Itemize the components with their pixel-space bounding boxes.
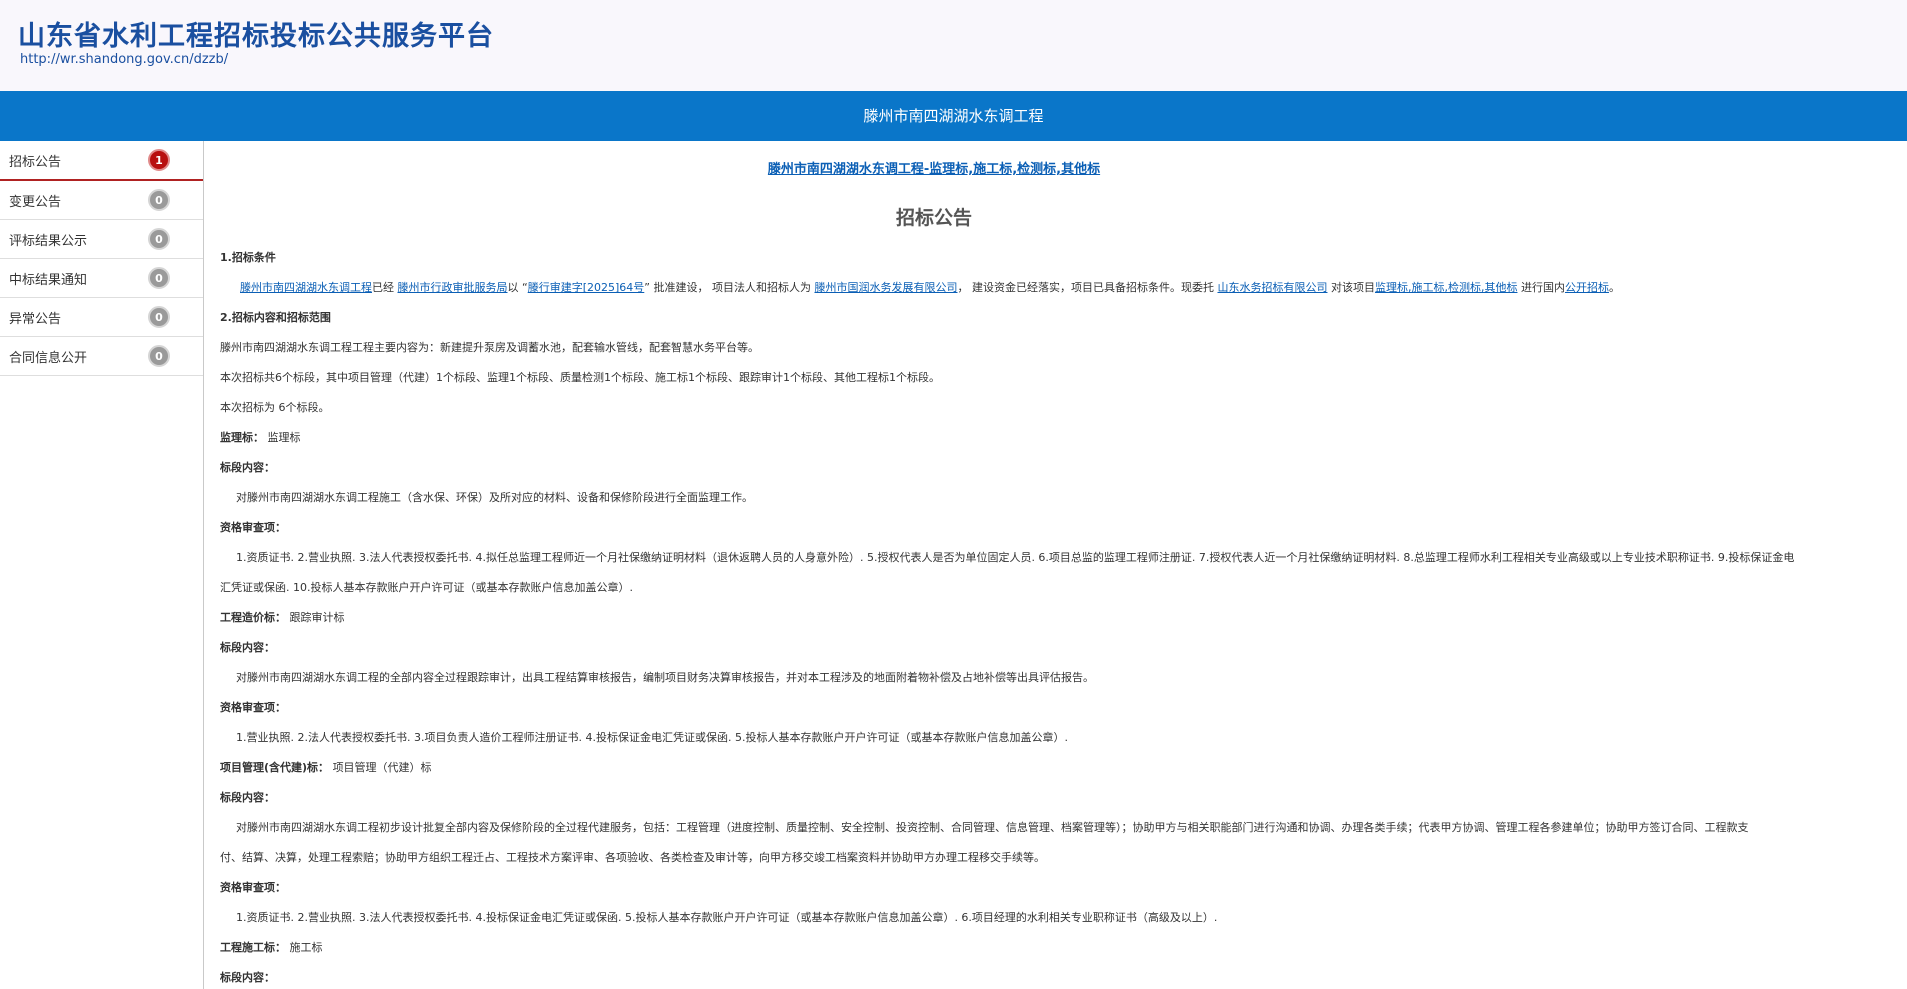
lot-value: 施工标 bbox=[289, 941, 323, 954]
notice-body: 1.招标条件 滕州市南四湖湖水东调工程已经 滕州市行政审批服务局以 “滕行审建字… bbox=[220, 243, 1907, 989]
approver-link[interactable]: 滕州市行政审批服务局 bbox=[398, 281, 508, 294]
conditions-paragraph: 滕州市南四湖湖水东调工程已经 滕州市行政审批服务局以 “滕行审建字[2025]6… bbox=[220, 273, 1907, 303]
qualification-text: 汇凭证或保函. 10.投标人基本存款账户开户许可证（或基本存款账户信息加盖公章）… bbox=[220, 581, 633, 594]
qualification-text: 1.资质证书. 2.营业执照. 3.法人代表授权委托书. 4.投标保证金电汇凭证… bbox=[236, 911, 1218, 924]
sidebar-item-label: 中标结果通知 bbox=[9, 272, 88, 288]
lot-label: 项目管理(含代建)标： bbox=[220, 761, 330, 774]
scope-text: 本次招标共6个标段，其中项目管理（代建）1个标段、监理1个标段、质量检测1个标段… bbox=[220, 371, 940, 384]
text-fragment: ” 批准建设， 项目法人和招标人为 bbox=[644, 281, 811, 294]
content-label: 标段内容： bbox=[220, 791, 275, 804]
lot-label: 工程施工标： bbox=[220, 941, 286, 954]
lot-cost-audit: 工程造价标： 跟踪审计标 bbox=[220, 603, 1907, 633]
count-badge: 0 bbox=[148, 345, 170, 367]
site-title[interactable]: 山东省水利工程招标投标公共服务平台 bbox=[18, 14, 494, 53]
text-fragment: ， 建设资金已经落实，项目已具备招标条件。现委托 bbox=[957, 281, 1214, 294]
sidebar-item-award-notice[interactable]: 中标结果通知 0 bbox=[0, 259, 203, 298]
sidebar-item-label: 招标公告 bbox=[9, 154, 62, 170]
lot-content: 对滕州市南四湖湖水东调工程初步设计批复全部内容及保修阶段的全过程代建服务，包括：… bbox=[236, 821, 1749, 834]
project-name-link[interactable]: 滕州市南四湖湖水东调工程 bbox=[240, 281, 372, 294]
content-label: 标段内容： bbox=[220, 461, 275, 474]
count-badge: 0 bbox=[148, 267, 170, 289]
method-link[interactable]: 公开招标 bbox=[1565, 281, 1609, 294]
lot-value: 跟踪审计标 bbox=[289, 611, 345, 624]
scope-text: 本次招标为 6个标段。 bbox=[220, 401, 330, 414]
qualification-label: 资格审查项： bbox=[220, 521, 286, 534]
lot-content: 对滕州市南四湖湖水东调工程施工（含水保、环保）及所对应的材料、设备和保修阶段进行… bbox=[236, 491, 753, 504]
scope-text: 滕州市南四湖湖水东调工程工程主要内容为：新建提升泵房及调蓄水池，配套输水管线，配… bbox=[220, 341, 759, 354]
lot-label: 监理标： bbox=[220, 431, 264, 444]
sidebar-item-change-notice[interactable]: 变更公告 0 bbox=[0, 181, 203, 220]
qualification-label: 资格审查项： bbox=[220, 881, 286, 894]
sidebar-item-evaluation-result[interactable]: 评标结果公示 0 bbox=[0, 220, 203, 259]
approval-doc-link[interactable]: 滕行审建字[2025]64号 bbox=[528, 281, 645, 294]
sidebar: 招标公告 1 变更公告 0 评标结果公示 0 中标结果通知 0 异常公告 0 合… bbox=[0, 141, 204, 989]
text-fragment: 对该项目 bbox=[1330, 281, 1375, 294]
lot-supervision: 监理标： 监理标 bbox=[220, 423, 1907, 453]
sidebar-item-tender-notice[interactable]: 招标公告 1 bbox=[0, 141, 203, 181]
project-banner: 滕州市南四湖湖水东调工程 bbox=[0, 91, 1907, 141]
section-title-scope: 2.招标内容和招标范围 bbox=[220, 311, 331, 324]
count-badge: 0 bbox=[148, 189, 170, 211]
lot-construction: 工程施工标： 施工标 bbox=[220, 933, 1907, 963]
content-label: 标段内容： bbox=[220, 641, 275, 654]
lot-value: 监理标 bbox=[267, 431, 301, 444]
count-badge: 0 bbox=[148, 228, 170, 250]
sidebar-item-abnormal-notice[interactable]: 异常公告 0 bbox=[0, 298, 203, 337]
notice-title: 招标公告 bbox=[895, 207, 972, 229]
text-fragment: 以 “ bbox=[507, 281, 528, 294]
project-lots-link[interactable]: 滕州市南四湖湖水东调工程-监理标,施工标,检测标,其他标 bbox=[204, 158, 1664, 177]
lot-label: 工程造价标： bbox=[220, 611, 286, 624]
notice-content: 滕州市南四湖湖水东调工程-监理标,施工标,检测标,其他标 招标公告 1.招标条件… bbox=[204, 141, 1907, 989]
site-header: 山东省水利工程招标投标公共服务平台 http://wr.shandong.gov… bbox=[0, 0, 1907, 91]
owner-link[interactable]: 滕州市国润水务发展有限公司 bbox=[814, 281, 957, 294]
lot-project-management: 项目管理(含代建)标： 项目管理（代建）标 bbox=[220, 753, 1907, 783]
sidebar-item-label: 异常公告 bbox=[9, 311, 62, 327]
qualification-text: 1.营业执照. 2.法人代表授权委托书. 3.项目负责人造价工程师注册证书. 4… bbox=[236, 731, 1068, 744]
agent-link[interactable]: 山东水务招标有限公司 bbox=[1217, 281, 1327, 294]
qualification-label: 资格审查项： bbox=[220, 701, 286, 714]
lots-link[interactable]: 监理标,施工标,检测标,其他标 bbox=[1375, 281, 1518, 294]
lot-content: 对滕州市南四湖湖水东调工程的全部内容全过程跟踪审计，出具工程结算审核报告，编制项… bbox=[236, 671, 1094, 684]
sidebar-item-label: 合同信息公开 bbox=[9, 350, 88, 366]
qualification-text: 1.资质证书. 2.营业执照. 3.法人代表授权委托书. 4.拟任总监理工程师近… bbox=[236, 551, 1795, 564]
text-fragment: 。 bbox=[1608, 281, 1620, 294]
site-url[interactable]: http://wr.shandong.gov.cn/dzzb/ bbox=[20, 52, 228, 67]
count-badge: 1 bbox=[148, 149, 170, 171]
sidebar-item-label: 评标结果公示 bbox=[9, 233, 88, 249]
lot-content: 付、结算、决算，处理工程索赔；协助甲方组织工程迁占、工程技术方案评审、各项验收、… bbox=[220, 851, 1045, 864]
section-title-conditions: 1.招标条件 bbox=[220, 251, 276, 264]
sidebar-item-contract-info[interactable]: 合同信息公开 0 bbox=[0, 337, 203, 376]
content-label: 标段内容： bbox=[220, 971, 275, 984]
sidebar-item-label: 变更公告 bbox=[9, 194, 62, 210]
lot-value: 项目管理（代建）标 bbox=[332, 761, 432, 774]
count-badge: 0 bbox=[148, 306, 170, 328]
text-fragment: 已经 bbox=[372, 281, 394, 294]
text-fragment: 进行国内 bbox=[1520, 281, 1565, 294]
